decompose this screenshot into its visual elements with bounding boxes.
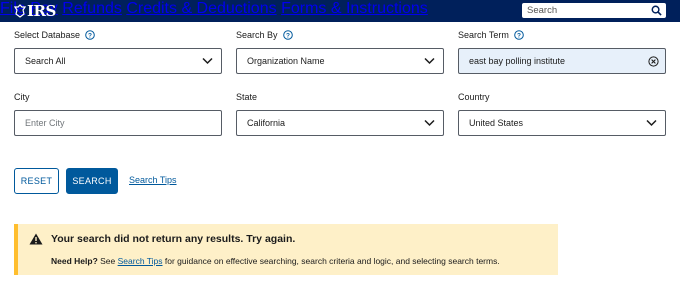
clear-icon[interactable] [648,56,659,67]
search-tips-link[interactable]: Search Tips [129,175,177,185]
alert-body: Need Help? See Search Tips for guidance … [51,256,500,266]
state-label: State [236,92,258,102]
help-icon[interactable]: ? [85,30,95,40]
chevron-down-icon [202,57,213,65]
nav-forms-instructions[interactable]: Forms & Instructions [281,0,428,17]
reset-button[interactable]: RESET [14,168,59,194]
search-by-dropdown[interactable]: Organization Name [236,48,444,74]
alert-heading: Your search did not return any results. … [51,233,296,245]
svg-text:?: ? [517,32,521,39]
need-help-label: Need Help? [51,256,98,266]
search-by-label: Search By ? [236,30,293,40]
irs-logo[interactable]: IRS [14,1,56,21]
search-term-label: Search Term ? [458,30,524,40]
header-search [522,3,666,18]
no-results-alert: Your search did not return any results. … [14,224,558,275]
header-search-input[interactable] [527,4,647,17]
chevron-down-icon [424,119,435,127]
svg-text:?: ? [88,32,92,39]
select-database-label: Select Database ? [14,30,95,40]
help-icon[interactable]: ? [282,30,293,40]
country-label: Country [458,92,490,102]
alert-see-text: See [97,256,118,266]
nav-credits-deductions[interactable]: Credits & Deductions [126,0,276,17]
warning-icon [29,233,43,245]
city-input[interactable]: Enter City [14,110,222,136]
alert-search-tips-link[interactable]: Search Tips [118,256,163,266]
logo-text: IRS [27,2,56,20]
svg-text:?: ? [286,32,290,39]
site-header: IRS File Pay Refunds Credits & Deduction… [0,0,680,22]
search-icon[interactable] [651,5,662,16]
help-icon[interactable]: ? [514,30,524,40]
eagle-icon [14,4,26,18]
alert-rest-text: for guidance on effective searching, sea… [162,256,500,266]
chevron-down-icon [646,119,657,127]
search-term-input[interactable]: east bay polling institute [458,48,666,74]
select-database-dropdown[interactable]: Search All [14,48,222,74]
state-dropdown[interactable]: California [236,110,444,136]
search-button[interactable]: SEARCH [66,168,118,194]
country-dropdown[interactable]: United States [458,110,666,136]
nav-refunds[interactable]: Refunds [62,0,122,17]
chevron-down-icon [424,57,435,65]
city-label: City [14,92,30,102]
